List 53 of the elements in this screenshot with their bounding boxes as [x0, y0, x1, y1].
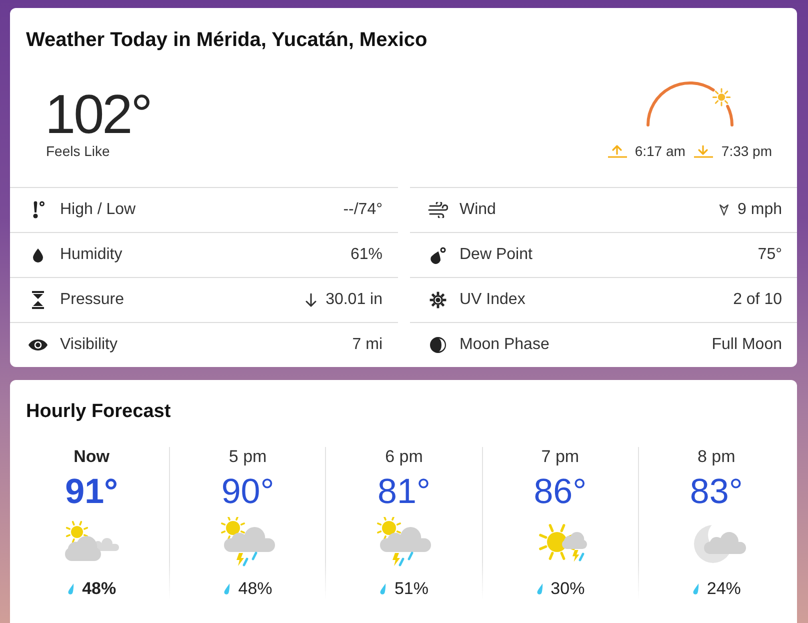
- hour-temperature: 81°: [378, 472, 430, 512]
- detail-label: High / Low: [60, 201, 136, 219]
- detail-value: 7 mi: [352, 336, 382, 354]
- detail-label: Visibility: [60, 336, 118, 354]
- raindrop-icon: [379, 583, 388, 595]
- dew-drop-icon: [429, 246, 446, 264]
- drop-icon: [32, 248, 44, 262]
- detail-value: --/74°: [343, 201, 382, 219]
- raindrop-icon: [536, 583, 544, 595]
- detail-label: Wind: [460, 201, 496, 219]
- detail-value: 30.01 in: [326, 291, 382, 309]
- precipitation-chance: 24%: [706, 579, 741, 599]
- hour-label: 5 pm: [228, 447, 267, 467]
- detail-value: Full Moon: [712, 336, 782, 354]
- detail-label: Moon Phase: [460, 336, 550, 354]
- hour-label: 8 pm: [697, 447, 736, 467]
- moon-icon: [428, 336, 446, 354]
- raindrop-icon: [692, 583, 700, 595]
- eye-icon: [28, 338, 48, 352]
- detail-label: Pressure: [60, 291, 124, 309]
- pressure-arrows-icon: [31, 291, 45, 309]
- hour-label: 6 pm: [385, 447, 423, 467]
- hour-label: 7 pm: [541, 447, 580, 467]
- thermometer-icon: [31, 201, 45, 219]
- precipitation-chance: 30%: [550, 579, 585, 599]
- precipitation-chance: 48%: [238, 579, 272, 599]
- section-title: Hourly Forecast: [25, 400, 172, 424]
- wind-icon: [428, 202, 448, 218]
- hour-label: Now: [74, 447, 110, 467]
- sunrise-time: 6:17 am: [634, 142, 686, 160]
- detail-value: 61%: [350, 246, 382, 264]
- wind-direction-icon: [718, 204, 729, 216]
- weather-title: Weather Today in Mérida, Yucatán, Mexico: [25, 28, 428, 52]
- detail-value: 75°: [758, 246, 782, 264]
- hour-temperature: 83°: [690, 472, 743, 512]
- hour-temperature: 91°: [65, 472, 118, 512]
- precipitation-chance: 51%: [394, 579, 428, 599]
- sunrise-icon: [608, 144, 627, 158]
- sun-icon: [428, 291, 446, 309]
- hour-temperature: 90°: [221, 472, 274, 512]
- detail-label: UV Index: [460, 291, 526, 309]
- detail-label: Dew Point: [460, 246, 532, 264]
- precipitation-chance: 48%: [82, 579, 116, 599]
- raindrop-icon: [67, 583, 76, 595]
- current-temperature: 102°: [45, 86, 151, 142]
- sunset-icon: [694, 144, 714, 158]
- detail-value: 2 of 10: [733, 291, 782, 309]
- feels-like-label: Feels Like: [46, 142, 111, 160]
- raindrop-icon: [223, 583, 232, 595]
- detail-label: Humidity: [60, 246, 122, 264]
- hour-temperature: 86°: [534, 472, 587, 512]
- sunset-time: 7:33 pm: [721, 142, 772, 160]
- detail-value: 9 mph: [738, 201, 782, 219]
